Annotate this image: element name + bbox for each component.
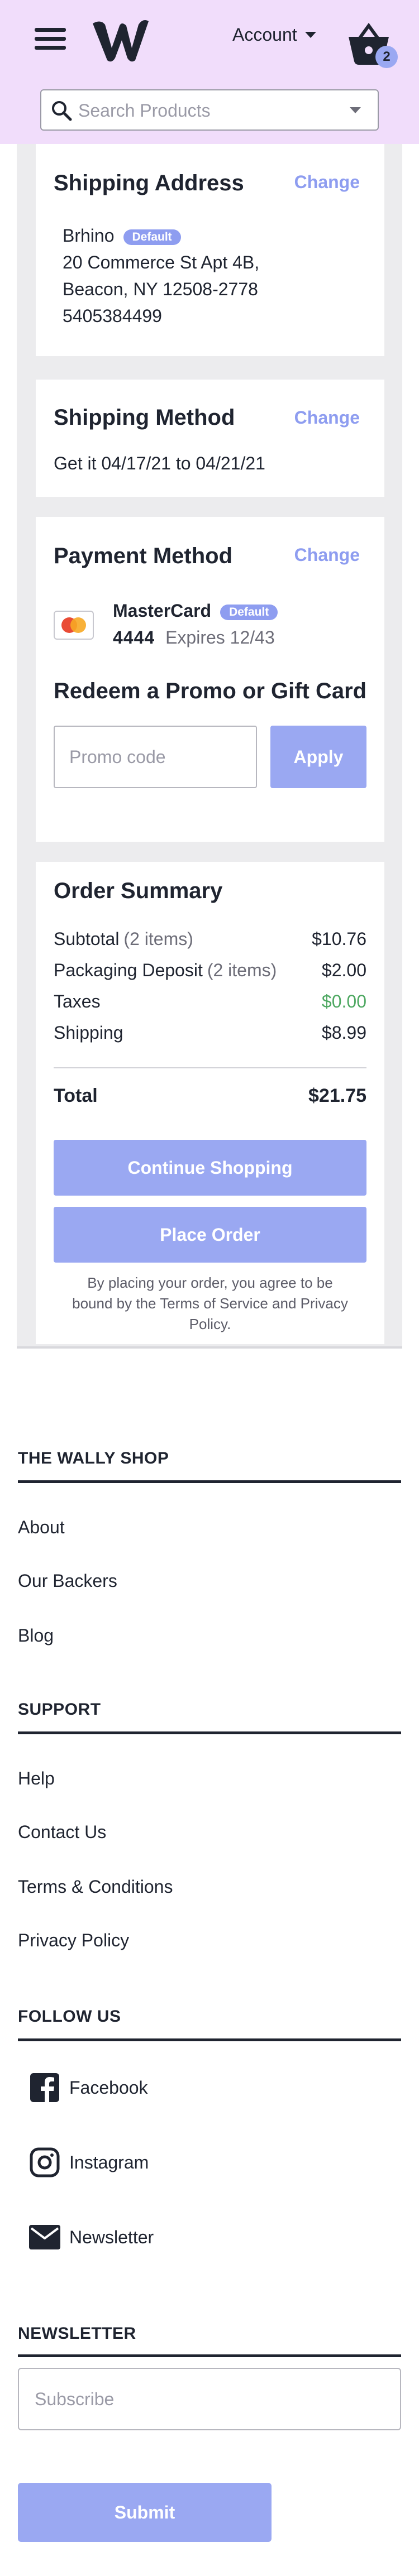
total-value: $21.75 (308, 1085, 366, 1106)
subscribe-input[interactable] (18, 2368, 401, 2430)
footer-divider (18, 2354, 401, 2357)
card-brand-row: MasterCard Default (113, 601, 278, 621)
summary-row-label: Subtotal (54, 929, 120, 949)
summary-row-value: $8.99 (321, 1023, 366, 1043)
facebook-icon (30, 2073, 59, 2103)
menu-icon[interactable] (35, 28, 66, 50)
footer-link-privacy[interactable]: Privacy Policy (18, 1930, 129, 1951)
shipping-method-card: Shipping Method Change Get it 04/17/21 t… (36, 380, 384, 497)
footer-newsletter-title: NEWSLETTER (18, 2324, 136, 2343)
address-name: Brhino (63, 226, 115, 246)
search-bar (40, 89, 379, 131)
mastercard-icon (54, 611, 94, 640)
footer-follow-title: FOLLOW US (18, 2007, 121, 2026)
footer-divider (18, 1731, 401, 1734)
total-row: Total $21.75 (54, 1085, 366, 1107)
footer-link-help[interactable]: Help (18, 1768, 55, 1789)
account-label: Account (232, 25, 297, 45)
social-label-facebook: Facebook (69, 2077, 148, 2098)
card-default-badge: Default (220, 604, 278, 620)
summary-row-value: $2.00 (321, 960, 366, 980)
promo-title: Redeem a Promo or Gift Card (54, 679, 367, 703)
footer-divider (18, 1480, 401, 1483)
shipping-address-title: Shipping Address (54, 171, 244, 195)
summary-row-note: (2 items) (123, 929, 193, 949)
instagram-icon (30, 2147, 60, 2177)
card-details: 4444 Expires 12/43 (113, 627, 275, 648)
address-line-1: 20 Commerce St Apt 4B, (63, 252, 260, 272)
footer-link-terms[interactable]: Terms & Conditions (18, 1877, 173, 1897)
address-name-row: Brhino Default (63, 226, 181, 246)
search-icon (52, 101, 72, 121)
order-summary-card: Order Summary Subtotal (2 items) $10.76 Pac… (36, 862, 384, 1344)
site-header: Account 2 (0, 0, 419, 144)
summary-row-value: $0.00 (321, 991, 366, 1011)
change-payment-link[interactable]: Change (294, 545, 360, 565)
footer-divider (18, 2038, 401, 2041)
summary-row: Taxes $0.00 (54, 991, 366, 1012)
summary-row-label: Packaging Deposit (54, 960, 203, 980)
payment-method-card: Payment Method Change MasterCard Default … (36, 517, 384, 842)
payment-method-title: Payment Method (54, 544, 233, 568)
summary-row-label: Shipping (54, 1023, 123, 1043)
card-last4: 4444 (113, 627, 155, 647)
apply-promo-button[interactable]: Apply (270, 726, 366, 788)
footer-link-about[interactable]: About (18, 1517, 65, 1538)
total-label: Total (54, 1085, 98, 1106)
account-menu[interactable]: Account (232, 25, 316, 45)
footer-link-our-backers[interactable]: Our Backers (18, 1571, 117, 1591)
summary-row-note: (2 items) (207, 960, 277, 980)
submit-button[interactable]: Submit (18, 2483, 272, 2542)
social-link-facebook[interactable]: Facebook (29, 2072, 148, 2103)
footer-link-contact-us[interactable]: Contact Us (18, 1822, 106, 1843)
social-label-newsletter: Newsletter (69, 2227, 154, 2247)
mail-icon (29, 2225, 60, 2249)
summary-row: Subtotal (2 items) $10.76 (54, 929, 366, 949)
summary-divider (54, 1067, 366, 1068)
order-disclaimer: By placing your order, you agree to be b… (72, 1274, 348, 1332)
shipping-method-title: Shipping Method (54, 405, 235, 430)
continue-shopping-button[interactable]: Continue Shopping (54, 1140, 366, 1196)
change-shipping-link[interactable]: Change (294, 407, 360, 428)
order-summary-title: Order Summary (54, 879, 223, 903)
card-brand: MasterCard (113, 601, 212, 621)
chevron-down-icon (304, 32, 316, 38)
change-address-link[interactable]: Change (294, 172, 360, 193)
place-order-button[interactable]: Place Order (54, 1207, 366, 1263)
summary-row: Packaging Deposit (2 items) $2.00 (54, 960, 366, 981)
address-line-2: Beacon, NY 12508-2778 (63, 279, 258, 299)
search-input[interactable] (77, 96, 331, 125)
shipping-address-card: Shipping Address Change Brhino Default 20… (36, 144, 384, 356)
wally-logo[interactable] (89, 13, 152, 64)
footer-link-blog[interactable]: Blog (18, 1625, 54, 1646)
default-badge: Default (123, 229, 181, 245)
social-label-instagram: Instagram (69, 2152, 149, 2172)
promo-code-input[interactable] (54, 726, 257, 788)
summary-row-value: $10.76 (312, 929, 366, 949)
footer-support-title: SUPPORT (18, 1700, 101, 1719)
search-dropdown-icon[interactable] (350, 107, 361, 113)
address-phone: 5405384499 (63, 306, 162, 326)
summary-row: Shipping $8.99 (54, 1023, 366, 1043)
delivery-estimate: Get it 04/17/21 to 04/21/21 (54, 453, 265, 473)
footer-shop-title: THE WALLY SHOP (18, 1449, 169, 1467)
cart-count-badge: 2 (375, 46, 398, 68)
card-expiry: Expires 12/43 (165, 627, 275, 647)
social-link-newsletter[interactable]: Newsletter (29, 2222, 154, 2253)
summary-row-label: Taxes (54, 991, 101, 1011)
social-link-instagram[interactable]: Instagram (29, 2147, 149, 2178)
